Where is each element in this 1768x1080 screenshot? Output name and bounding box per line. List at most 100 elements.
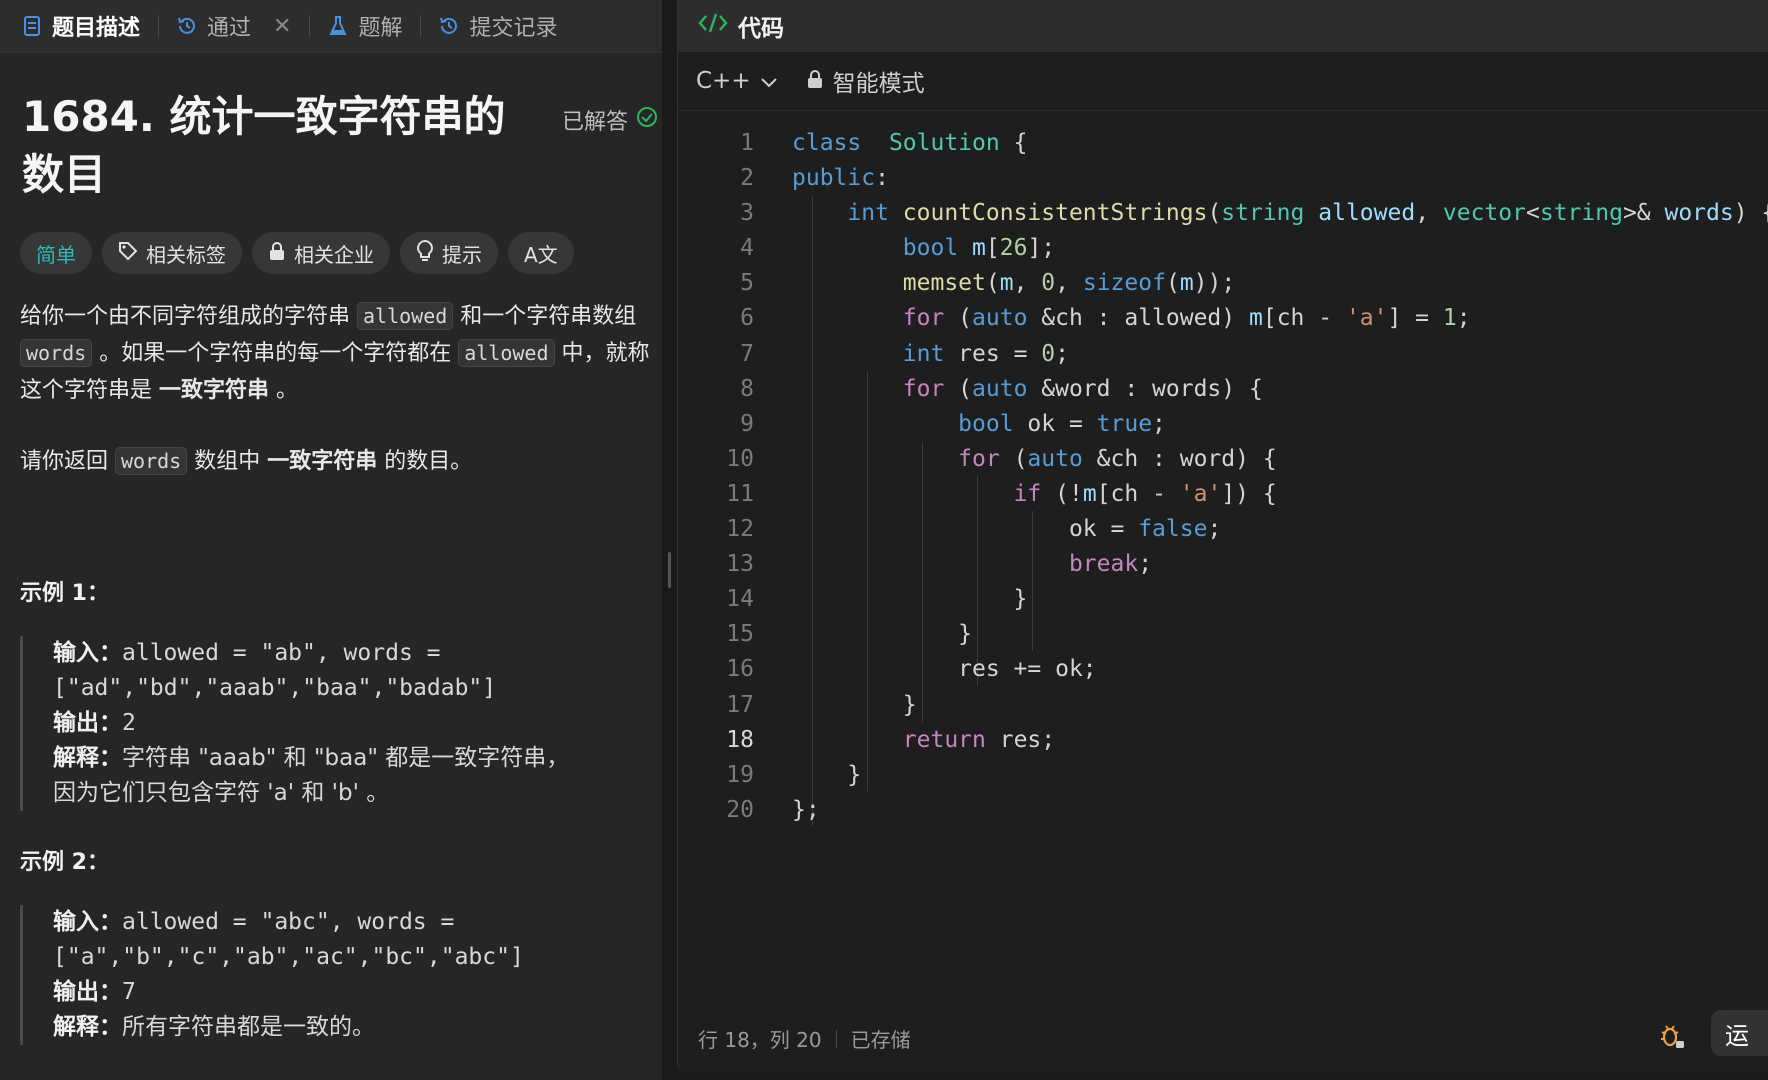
- run-button[interactable]: 运: [1711, 1010, 1768, 1056]
- example-line: 输入：allowed = "abc", words =: [53, 905, 662, 940]
- lock-icon: [807, 68, 823, 94]
- desc-text: 和一个字符串数组: [453, 304, 637, 329]
- tab-description[interactable]: 题目描述: [18, 10, 144, 42]
- code-line[interactable]: 1 class Solution {: [678, 126, 1768, 161]
- code-line[interactable]: 5 memset(m, 0, sizeof(m));: [678, 266, 1768, 301]
- code-token: ) {: [1733, 200, 1768, 227]
- debug-icon[interactable]: [1658, 1022, 1686, 1054]
- code-token: Solution: [888, 130, 1000, 156]
- cursor-position: 行 18，列 20: [698, 1028, 822, 1052]
- code-line[interactable]: 19 }: [678, 758, 1768, 793]
- close-icon[interactable]: ✕: [273, 14, 291, 39]
- code-text: int res = 0;: [792, 337, 1069, 372]
- problem-question: 请你返回 words 数组中 一致字符串 的数目。: [20, 443, 660, 480]
- code-text: for (auto &ch : allowed) m[ch - 'a'] = 1…: [792, 301, 1471, 336]
- code-line[interactable]: 14 }: [678, 582, 1768, 617]
- difficulty-label: 简单: [36, 242, 76, 267]
- code-line[interactable]: 15 }: [678, 617, 1768, 652]
- hint-button[interactable]: 提示: [400, 232, 498, 274]
- code-text: bool m[26];: [792, 231, 1055, 266]
- output-label: 输出：: [53, 979, 122, 1005]
- code-line[interactable]: 16 res += ok;: [678, 652, 1768, 687]
- code-token: 0: [1041, 270, 1056, 297]
- code-text: ok = false;: [792, 512, 1221, 547]
- desc-bold: 一致字符串: [267, 449, 378, 474]
- code-line[interactable]: 4 bool m[26];: [678, 231, 1768, 266]
- line-number: 20: [726, 796, 754, 823]
- code-token: ok =: [1013, 410, 1097, 437]
- code-token: [ch -: [1262, 305, 1346, 332]
- history-icon: [439, 16, 459, 36]
- translate-button[interactable]: A文: [508, 232, 574, 274]
- panel-resize-handle[interactable]: [668, 552, 671, 588]
- code-token: bool: [902, 235, 959, 262]
- code-token: ;: [1152, 410, 1166, 437]
- code-line[interactable]: 20};: [678, 793, 1768, 828]
- input-value: allowed = "abc", words =: [122, 909, 455, 935]
- code-line[interactable]: 8 for (auto &word : words) {: [678, 372, 1768, 407]
- smart-mode-toggle[interactable]: 智能模式: [807, 64, 925, 98]
- code-line[interactable]: 2 public:: [678, 161, 1768, 196]
- line-number: 4: [740, 235, 754, 262]
- code-token: ;: [1207, 516, 1222, 543]
- code-token: public: [792, 165, 876, 192]
- page-title[interactable]: 1684. 统计一致字符串的数目: [22, 88, 542, 204]
- code-token: return: [902, 726, 986, 753]
- inline-code: allowed: [458, 339, 555, 367]
- code-line[interactable]: 3 int countConsistentStrings(string allo…: [678, 196, 1768, 231]
- related-tags-button[interactable]: 相关标签: [102, 232, 242, 274]
- example-line: 输入：allowed = "ab", words =: [53, 636, 662, 671]
- line-number: 6: [740, 305, 754, 332]
- code-token: m: [999, 270, 1014, 297]
- code-token: false: [1138, 516, 1208, 543]
- code-line[interactable]: 13 break;: [678, 547, 1768, 582]
- tab-separator: [309, 15, 311, 37]
- code-token: ;: [1456, 305, 1471, 332]
- code-line[interactable]: 10 for (auto &ch : word) {: [678, 442, 1768, 477]
- code-line[interactable]: 7 int res = 0;: [678, 337, 1768, 372]
- code-text: int countConsistentStrings(string allowe…: [792, 196, 1768, 231]
- code-token: (: [1165, 270, 1180, 297]
- code-token: memset: [902, 270, 986, 297]
- code-token: ));: [1193, 270, 1236, 297]
- hint-label: 提示: [442, 242, 482, 267]
- code-editor[interactable]: 1 class Solution {2 public: 3 int countCons…: [678, 126, 1768, 828]
- tab-submissions[interactable]: 提交记录: [435, 10, 561, 42]
- code-token: };: [792, 796, 820, 823]
- code-line[interactable]: 9 bool ok = true;: [678, 407, 1768, 442]
- code-token: m: [1082, 480, 1097, 507]
- code-line[interactable]: 6 for (auto &ch : allowed) m[ch - 'a'] =…: [678, 301, 1768, 336]
- related-companies-label: 相关企业: [294, 242, 374, 267]
- document-icon: [22, 16, 42, 36]
- difficulty-badge[interactable]: 简单: [20, 232, 92, 274]
- code-line[interactable]: 12 ok = false;: [678, 512, 1768, 547]
- example-2-box: 输入：allowed = "abc", words = ["a","b","c"…: [20, 905, 662, 1045]
- tab-solutions[interactable]: 题解: [324, 10, 406, 42]
- code-token: ,: [1415, 200, 1443, 227]
- code-line[interactable]: 18 return res;: [678, 723, 1768, 758]
- tab-accepted[interactable]: 通过 ✕: [173, 10, 295, 42]
- related-companies-button[interactable]: 相关企业: [252, 232, 390, 274]
- code-text: res += ok;: [792, 652, 1096, 687]
- input-value: allowed = "ab", words =: [122, 640, 441, 666]
- editor-status-bar: 行 18，列 20 已存储: [698, 1024, 911, 1053]
- code-line[interactable]: 11 if (!m[ch - 'a']) {: [678, 477, 1768, 512]
- code-line[interactable]: 17 }: [678, 688, 1768, 723]
- example-line: 因为它们只包含字符 'a' 和 'b' 。: [53, 780, 390, 806]
- code-token: auto: [972, 375, 1028, 402]
- code-token: (: [944, 305, 973, 332]
- code-token: (!: [1041, 480, 1083, 507]
- code-token: ] =: [1387, 305, 1443, 332]
- language-select[interactable]: C++: [696, 68, 777, 94]
- code-text: }: [792, 688, 917, 723]
- code-token: }: [792, 691, 917, 718]
- desc-text: 的数目。: [377, 449, 473, 474]
- code-text: if (!m[ch - 'a']) {: [792, 477, 1277, 512]
- code-token: ok =: [792, 516, 1139, 543]
- code-token: ,: [1055, 270, 1083, 297]
